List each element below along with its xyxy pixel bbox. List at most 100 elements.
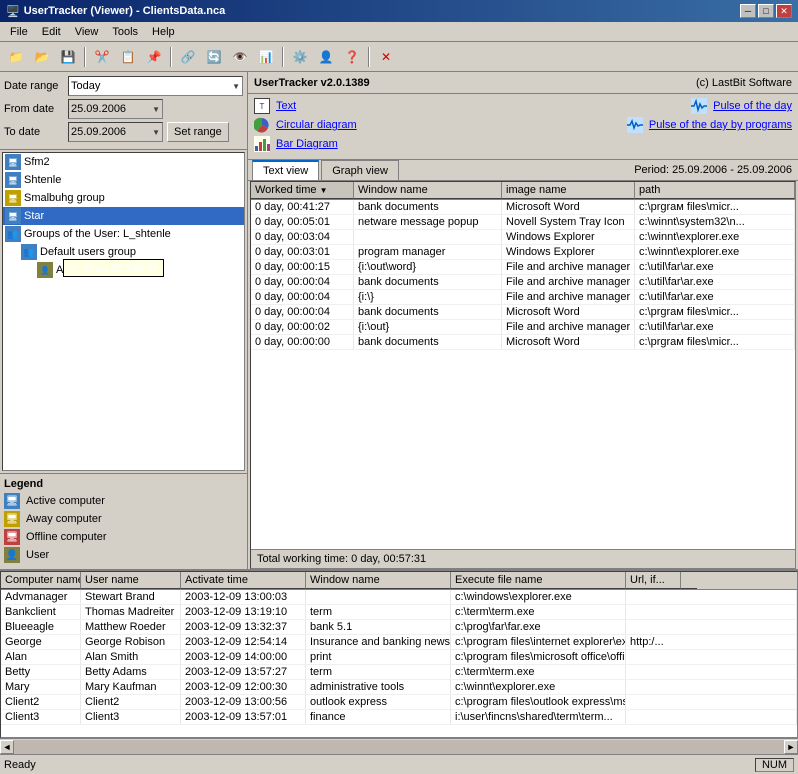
col-path[interactable]: path	[635, 182, 795, 199]
table-row[interactable]: 0 day, 00:00:04 {i:\} File and archive m…	[251, 290, 795, 305]
hscrollbar-track[interactable]	[14, 740, 784, 754]
legend-offline-label: Offline computer	[26, 531, 107, 543]
menu-edit[interactable]: Edit	[36, 24, 67, 40]
toolbar-user[interactable]: 👤	[314, 46, 338, 68]
report-text[interactable]: T Text	[254, 98, 296, 114]
table-row[interactable]: 0 day, 00:03:01 program manager Windows …	[251, 245, 795, 260]
toolbar-cut[interactable]: ✂️	[90, 46, 114, 68]
col-url[interactable]: Url, if...	[626, 572, 681, 589]
table-row[interactable]: Blueeagle Matthew Roeder 2003-12-09 13:3…	[1, 620, 797, 635]
pulse-programs-icon	[627, 117, 643, 133]
menu-help[interactable]: Help	[146, 24, 181, 40]
to-date-input[interactable]: 25.09.2006 ▼	[68, 122, 163, 142]
table-row[interactable]: George George Robison 2003-12-09 12:54:1…	[1, 635, 797, 650]
table-row[interactable]: 0 day, 00:05:01 netware message popup No…	[251, 215, 795, 230]
bottom-table: Computer name User name Activate time Wi…	[0, 571, 798, 738]
col-window-name[interactable]: Window name	[354, 182, 502, 199]
window-title: UserTracker (Viewer) - ClientsData.nca	[24, 5, 226, 17]
toolbar-settings[interactable]: ⚙️	[288, 46, 312, 68]
legend-away-label: Away computer	[26, 513, 102, 525]
table-row[interactable]: 0 day, 00:00:02 {i:\out} File and archiv…	[251, 320, 795, 335]
tree-item-smalbuhg[interactable]: 🖥 Smalbuhg group	[3, 189, 244, 207]
table-row[interactable]: Client2 Client2 2003-12-09 13:00:56 outl…	[1, 695, 797, 710]
pulse-icon	[691, 98, 707, 114]
report-bar[interactable]: Bar Diagram	[254, 136, 338, 152]
report-pulse[interactable]: Pulse of the day	[691, 98, 792, 114]
col-computer-name[interactable]: Computer name	[1, 572, 81, 589]
col-scrollbar-placeholder	[681, 572, 697, 589]
bottom-panel: Computer name User name Activate time Wi…	[0, 569, 798, 754]
legend-away: 🖥 Away computer	[4, 511, 243, 527]
legend-title: Legend	[4, 478, 243, 490]
toolbar-chart[interactable]: 📊	[254, 46, 278, 68]
main-table-body[interactable]: 0 day, 00:41:27 bank documents Microsoft…	[251, 200, 795, 549]
app-version: UserTracker v2.0.1389	[254, 77, 370, 89]
col-user-name[interactable]: User name	[81, 572, 181, 589]
set-range-button[interactable]: Set range	[167, 122, 229, 142]
title-bar: 🖥️ UserTracker (Viewer) - ClientsData.nc…	[0, 0, 798, 22]
table-row[interactable]: 0 day, 00:00:04 bank documents File and …	[251, 275, 795, 290]
monitor-icon: 🖥	[5, 208, 21, 224]
group-icon: 👥	[5, 226, 21, 242]
tab-graph-view[interactable]: Graph view	[321, 160, 399, 180]
date-range-combo[interactable]: Today ▼	[68, 76, 243, 96]
table-row[interactable]: 0 day, 00:03:04 Windows Explorer c:\winn…	[251, 230, 795, 245]
user-tree[interactable]: 🖥 Sfm2 🖥 Shtenle 🖥 Smalbuhg group 🖥 Star…	[2, 152, 245, 471]
menu-view[interactable]: View	[69, 24, 105, 40]
from-date-input[interactable]: 25.09.2006 ▼	[68, 99, 163, 119]
bar-label: Bar Diagram	[276, 138, 338, 150]
toolbar-connect[interactable]: 🔗	[176, 46, 200, 68]
tree-item-star[interactable]: 🖥 Star ip: 192.168.190.87	[3, 207, 244, 225]
tab-text-view[interactable]: Text view	[252, 160, 319, 180]
col-window-name-bottom[interactable]: Window name	[306, 572, 451, 589]
maximize-button[interactable]: □	[758, 4, 774, 18]
col-activate-time[interactable]: Activate time	[181, 572, 306, 589]
table-row[interactable]: 0 day, 00:41:27 bank documents Microsoft…	[251, 200, 795, 215]
monitor-icon: 🖥	[5, 172, 21, 188]
bottom-hscrollbar[interactable]: ◄ ►	[0, 738, 798, 754]
scroll-left-btn[interactable]: ◄	[0, 740, 14, 754]
tree-item-groups[interactable]: 👥 Groups of the User: L_shtenle	[3, 225, 244, 243]
toolbar-new[interactable]: 📁	[4, 46, 28, 68]
date-range-label: Date range	[4, 80, 64, 92]
report-circular[interactable]: Circular diagram	[254, 117, 357, 133]
bottom-table-header: Computer name User name Activate time Wi…	[1, 572, 797, 590]
legend-active-label: Active computer	[26, 495, 105, 507]
table-row[interactable]: 0 day, 00:00:00 bank documents Microsoft…	[251, 335, 795, 350]
tree-item-sfm2[interactable]: 🖥 Sfm2	[3, 153, 244, 171]
table-row[interactable]: 0 day, 00:00:04 bank documents Microsoft…	[251, 305, 795, 320]
left-panel: Date range Today ▼ From date 25.09.2006 …	[0, 72, 248, 569]
menu-tools[interactable]: Tools	[106, 24, 144, 40]
toolbar-help[interactable]: ❓	[340, 46, 364, 68]
scroll-right-btn[interactable]: ►	[784, 740, 798, 754]
close-button[interactable]: ✕	[776, 4, 792, 18]
table-row[interactable]: Client3 Client3 2003-12-09 13:57:01 fina…	[1, 710, 797, 725]
main-area: Date range Today ▼ From date 25.09.2006 …	[0, 72, 798, 569]
toolbar-view[interactable]: 👁️	[228, 46, 252, 68]
from-date-label: From date	[4, 103, 64, 115]
table-row[interactable]: Bankclient Thomas Madreiter 2003-12-09 1…	[1, 605, 797, 620]
toolbar-save[interactable]: 💾	[56, 46, 80, 68]
table-row[interactable]: Mary Mary Kaufman 2003-12-09 12:00:30 ad…	[1, 680, 797, 695]
minimize-button[interactable]: ─	[740, 4, 756, 18]
table-row[interactable]: Betty Betty Adams 2003-12-09 13:57:27 te…	[1, 665, 797, 680]
pie-chart-icon	[254, 117, 270, 133]
col-worked-time[interactable]: Worked time ▼	[251, 182, 354, 199]
bottom-table-body[interactable]: Advmanager Stewart Brand 2003-12-09 13:0…	[1, 590, 797, 737]
report-pulse-programs[interactable]: Pulse of the day by programs	[627, 117, 792, 133]
toolbar-paste[interactable]: 📌	[142, 46, 166, 68]
toolbar-copy[interactable]: 📋	[116, 46, 140, 68]
toolbar-open[interactable]: 📂	[30, 46, 54, 68]
toolbar-sep1	[84, 47, 86, 67]
col-image-name[interactable]: image name	[502, 182, 635, 199]
toolbar-close[interactable]: ✕	[374, 46, 398, 68]
table-row[interactable]: Alan Alan Smith 2003-12-09 14:00:00 prin…	[1, 650, 797, 665]
menu-file[interactable]: File	[4, 24, 34, 40]
tree-item-shtenle[interactable]: 🖥 Shtenle	[3, 171, 244, 189]
toolbar-refresh[interactable]: 🔄	[202, 46, 226, 68]
table-row[interactable]: 0 day, 00:00:15 {i:\out\word} File and a…	[251, 260, 795, 275]
toolbar: 📁 📂 💾 ✂️ 📋 📌 🔗 🔄 👁️ 📊 ⚙️ 👤 ❓ ✕	[0, 42, 798, 72]
legend-user: 👤 User	[4, 547, 243, 563]
table-row[interactable]: Advmanager Stewart Brand 2003-12-09 13:0…	[1, 590, 797, 605]
col-execute-file[interactable]: Execute file name	[451, 572, 626, 589]
